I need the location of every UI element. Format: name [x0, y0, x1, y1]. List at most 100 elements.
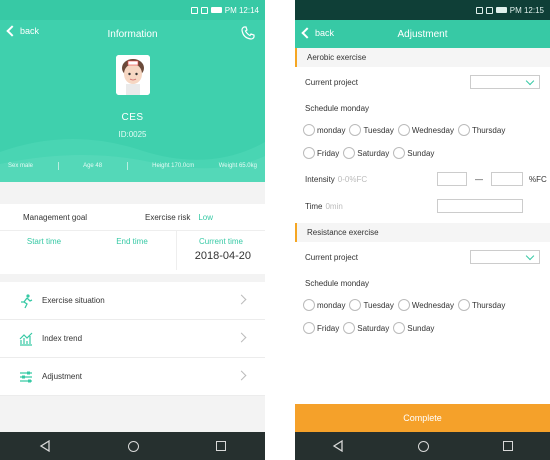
- radio-circle: [457, 124, 470, 136]
- system-navbar: [0, 432, 265, 460]
- exercise-risk-label: Exercise risk: [145, 212, 191, 222]
- radio-circle: [343, 147, 356, 159]
- radio-circle: [393, 147, 406, 159]
- current-date: 2018-04-20: [194, 250, 251, 262]
- divider: [126, 162, 128, 170]
- chevron-left-icon: [301, 27, 313, 39]
- radio-circle: [303, 124, 315, 136]
- nav-home-icon[interactable]: [127, 440, 139, 452]
- status-bar: PM 12:15: [295, 0, 550, 20]
- day-label: monday: [317, 300, 346, 310]
- aerobic-day-monday[interactable]: monday: [303, 124, 345, 136]
- notification-icon: [190, 6, 198, 14]
- menu-item-index-trend[interactable]: Index trend: [0, 320, 265, 358]
- day-label: Sunday: [407, 148, 435, 158]
- management-goal-card: Management goal Exercise risk Low Start …: [0, 204, 265, 274]
- radio-circle: [343, 322, 356, 334]
- chevron-right-icon: [236, 294, 247, 305]
- radio-circle: [397, 124, 410, 136]
- status-time: PM 12:14: [224, 5, 259, 15]
- day-label: Wednesday: [411, 300, 454, 310]
- signal-icon: [200, 6, 208, 14]
- aerobic-day-saturday[interactable]: Saturday: [343, 147, 389, 159]
- exercise-risk-value: Low: [198, 212, 214, 222]
- adjustment-header: back Adjustment: [295, 20, 550, 48]
- time-label: Time: [305, 201, 323, 211]
- chevron-left-icon: [6, 25, 18, 37]
- page-title: Adjustment: [397, 28, 448, 40]
- nav-back-icon[interactable]: [39, 440, 51, 452]
- resistance-schedule-row: Schedule monday: [295, 272, 550, 294]
- radio-circle: [393, 322, 406, 334]
- aerobic-schedule-row: Schedule monday: [295, 97, 550, 119]
- status-time: PM 12:15: [509, 5, 544, 15]
- divider: [57, 162, 59, 170]
- patient-id: ID:0025: [118, 130, 147, 139]
- current-project-label: Current project: [305, 77, 358, 87]
- menu-list: Exercise situation Index trend Adjustmen…: [0, 282, 265, 396]
- aerobic-day-wednesday[interactable]: Wednesday: [397, 124, 454, 136]
- signal-icon: [485, 6, 493, 14]
- resistance-project-select[interactable]: [470, 250, 540, 264]
- intensity-min-input[interactable]: [437, 172, 467, 186]
- intensity-row: Intensity 0-0%FC — %FC: [295, 165, 550, 193]
- avatar-image: [116, 55, 150, 95]
- intensity-max-input[interactable]: [491, 172, 523, 186]
- time-input[interactable]: [437, 199, 523, 213]
- resistance-day-tuesday[interactable]: Tuesday: [349, 299, 394, 311]
- back-button[interactable]: back: [301, 27, 334, 39]
- resistance-day-sunday[interactable]: Sunday: [393, 322, 434, 334]
- adjustment-screen: PM 12:15 back Adjustment Aerobic exercis…: [295, 0, 550, 460]
- battery-icon: [210, 7, 222, 13]
- nav-recent-icon[interactable]: [503, 441, 513, 451]
- back-label: back: [20, 26, 40, 36]
- chevron-down-icon: [525, 76, 535, 86]
- aerobic-day-tuesday[interactable]: Tuesday: [349, 124, 394, 136]
- day-label: Saturday: [357, 148, 390, 158]
- day-label: Thursday: [471, 125, 506, 135]
- time-placeholder: 0min: [325, 201, 343, 211]
- intensity-label: Intensity: [305, 174, 335, 184]
- menu-item-exercise-situation[interactable]: Exercise situation: [0, 282, 265, 320]
- avatar: [116, 55, 150, 95]
- nav-recent-icon[interactable]: [216, 441, 227, 451]
- information-screen: PM 12:14 back Information CES ID:0025 Se…: [0, 0, 265, 460]
- resistance-day-wednesday[interactable]: Wednesday: [397, 299, 454, 311]
- chevron-right-icon: [236, 370, 247, 381]
- day-label: monday: [317, 125, 346, 135]
- resistance-day-friday[interactable]: Friday: [303, 322, 339, 334]
- management-goal-label: Management goal: [23, 212, 88, 222]
- phone-icon[interactable]: [241, 26, 255, 40]
- resistance-day-monday[interactable]: monday: [303, 299, 345, 311]
- aerobic-day-friday[interactable]: Friday: [303, 147, 339, 159]
- radio-circle: [349, 299, 362, 311]
- age-value: Age 48: [83, 163, 103, 169]
- day-label: Tuesday: [363, 300, 394, 310]
- time-row: Time 0min: [295, 193, 550, 219]
- complete-button[interactable]: Complete: [295, 404, 550, 432]
- nav-home-icon[interactable]: [418, 440, 429, 452]
- chart-icon: [19, 332, 33, 346]
- resistance-day-saturday[interactable]: Saturday: [343, 322, 389, 334]
- menu-item-label: Index trend: [42, 334, 83, 343]
- aerobic-day-sunday[interactable]: Sunday: [393, 147, 434, 159]
- radio-circle: [397, 299, 410, 311]
- runner-icon: [21, 293, 33, 308]
- nav-back-icon[interactable]: [332, 440, 344, 452]
- intensity-dash: —: [475, 174, 483, 184]
- aerobic-project-select[interactable]: [470, 75, 540, 89]
- day-label: Thursday: [471, 300, 506, 310]
- resistance-day-thursday[interactable]: Thursday: [457, 299, 506, 311]
- status-bar: PM 12:14: [0, 0, 265, 20]
- menu-item-adjustment[interactable]: Adjustment: [0, 358, 265, 396]
- back-button[interactable]: back: [6, 25, 40, 37]
- radio-circle: [349, 124, 362, 136]
- schedule-label: Schedule monday: [305, 103, 370, 113]
- aerobic-day-thursday[interactable]: Thursday: [457, 124, 506, 136]
- menu-item-label: Exercise situation: [42, 296, 105, 305]
- battery-icon: [495, 7, 507, 13]
- schedule-label: Schedule monday: [305, 278, 370, 288]
- weight-value: Weight 65.0kg: [218, 163, 257, 169]
- day-label: Saturday: [357, 323, 390, 333]
- height-value: Height 170.0cm: [152, 163, 195, 169]
